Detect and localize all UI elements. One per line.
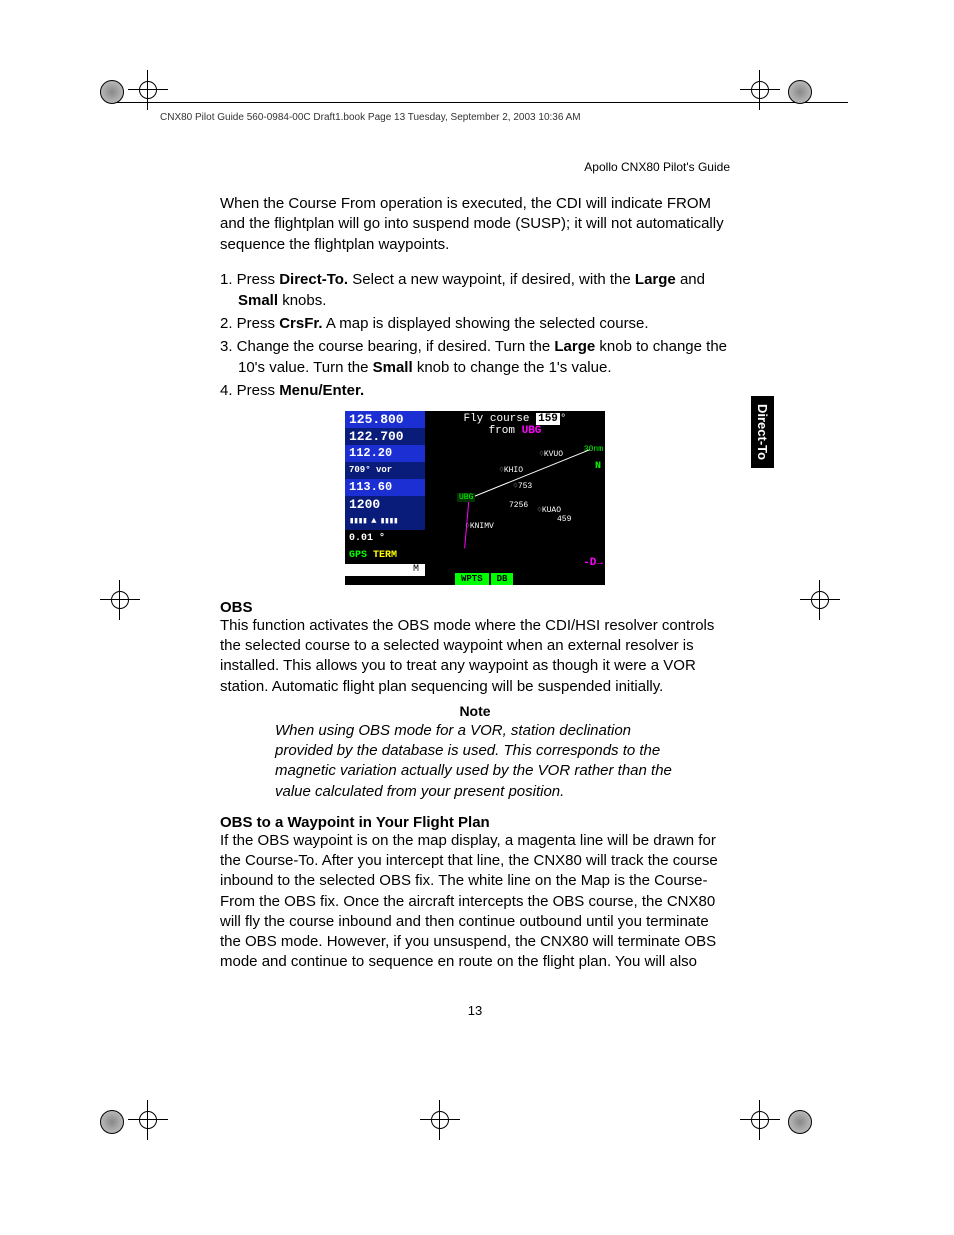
kw-crsfr: CrsFr. xyxy=(279,315,322,332)
nav-standby: 113.60 xyxy=(345,479,425,496)
obs-heading: OBS xyxy=(220,599,730,616)
text: 2. Press xyxy=(220,315,279,332)
nav-active: 112.20 xyxy=(345,445,425,462)
wpt-knimv: KNIMV xyxy=(465,521,494,531)
reg-mark-mid-left xyxy=(100,590,160,650)
waypoint-id: UBG xyxy=(522,425,542,437)
reg-mark-top-right xyxy=(740,80,800,140)
map-area: KVUO KHIO 753 UBG 7256 KUAO 459 KNIMV xyxy=(429,443,601,571)
fly-course-line: Fly course 159° xyxy=(425,411,605,425)
nav-ident: 709° vor xyxy=(345,462,425,479)
wpt-kvuo: KVUO xyxy=(539,449,563,459)
text: knobs. xyxy=(278,292,326,309)
display-map-panel: Fly course 159° from UBG 30nm N KVUO KHI… xyxy=(425,411,605,585)
obs-waypoint-heading: OBS to a Waypoint in Your Flight Plan xyxy=(220,814,730,831)
kw-direct-to: Direct-To. xyxy=(279,271,348,288)
step-4: 4. Press Menu/Enter. xyxy=(220,380,730,401)
softkey-wpts: WPTS xyxy=(455,573,489,585)
term-label: TERM xyxy=(367,550,397,561)
obs-paragraph: This function activates the OBS mode whe… xyxy=(220,616,730,697)
header-rule xyxy=(108,102,848,103)
wpt-753: 753 xyxy=(513,481,532,491)
xpdr-code: 1200 xyxy=(345,496,425,513)
degree-symbol: ° xyxy=(560,413,567,425)
text: 1. Press xyxy=(220,271,279,288)
text: 4. Press xyxy=(220,382,279,399)
intro-paragraph: When the Course From operation is execut… xyxy=(220,194,730,255)
step-3: 3. Change the course bearing, if desired… xyxy=(220,336,730,378)
text: Select a new waypoint, if desired, with … xyxy=(348,271,635,288)
cdi-scale: ▮▮▮▮ ▲ ▮▮▮▮ xyxy=(345,513,425,530)
kw-large: Large xyxy=(554,338,595,355)
gps-label: GPS xyxy=(349,550,367,561)
navigator-display-figure: 125.800 122.700 112.20 709° vor 113.60 1… xyxy=(345,411,605,585)
reg-mark-mid-right xyxy=(800,590,860,650)
display-left-column: 125.800 122.700 112.20 709° vor 113.60 1… xyxy=(345,411,425,585)
wpt-7256: 7256 xyxy=(509,501,528,510)
m-indicator: M xyxy=(345,564,425,576)
text: 3. Change the course bearing, if desired… xyxy=(220,338,554,355)
kw-large: Large xyxy=(635,271,676,288)
page-content: Apollo CNX80 Pilot's Guide When the Cour… xyxy=(220,160,730,1018)
wpt-kuao: KUAO xyxy=(537,505,561,515)
wpt-459: 459 xyxy=(557,515,571,524)
wpt-ubg: UBG xyxy=(457,493,475,502)
softkey-db: DB xyxy=(491,573,514,585)
kw-small: Small xyxy=(238,292,278,309)
text: and xyxy=(676,271,705,288)
note-label: Note xyxy=(220,703,730,719)
kw-menu-enter: Menu/Enter. xyxy=(279,382,364,399)
text: A map is displayed showing the selected … xyxy=(323,315,649,332)
text: from xyxy=(489,425,522,437)
running-header: Apollo CNX80 Pilot's Guide xyxy=(220,160,730,174)
reg-mark-top-left xyxy=(100,80,160,140)
kw-small: Small xyxy=(373,359,413,376)
reg-mark-bottom-left xyxy=(100,1110,160,1170)
direct-to-indicator: -D→ xyxy=(583,557,603,569)
step-2: 2. Press CrsFr. A map is displayed showi… xyxy=(220,313,730,334)
distance-readout: 0.01 ° xyxy=(345,530,425,547)
step-1: 1. Press Direct-To. Select a new waypoin… xyxy=(220,269,730,311)
reg-mark-bottom-center xyxy=(420,1110,480,1170)
steps-list: 1. Press Direct-To. Select a new waypoin… xyxy=(220,269,730,401)
page-number: 13 xyxy=(220,1003,730,1018)
com-active: 125.800 xyxy=(345,411,425,428)
course-line-white xyxy=(469,449,590,499)
text: Fly course xyxy=(463,413,536,425)
note-body: When using OBS mode for a VOR, station d… xyxy=(275,721,675,802)
from-line: from UBG xyxy=(425,425,605,437)
text: knob to change the 1's value. xyxy=(413,359,612,376)
book-file-header: CNX80 Pilot Guide 560-0984-00C Draft1.bo… xyxy=(160,112,581,123)
reg-mark-bottom-right xyxy=(740,1110,800,1170)
course-value: 159 xyxy=(536,413,560,425)
gps-mode: GPS TERM xyxy=(345,547,425,564)
wpt-khio: KHIO xyxy=(499,465,523,475)
com-standby: 122.700 xyxy=(345,428,425,445)
softkey-row: WPTS DB xyxy=(425,573,605,585)
side-tab-direct-to: Direct-To xyxy=(751,396,774,468)
obs-waypoint-paragraph: If the OBS waypoint is on the map displa… xyxy=(220,831,730,973)
